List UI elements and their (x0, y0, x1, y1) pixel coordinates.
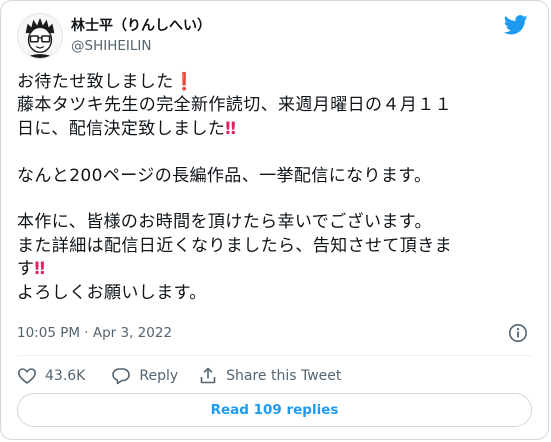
reply-label: Reply (139, 368, 179, 384)
tweet-line: お待たせ致しました❗ (17, 72, 196, 92)
author-block[interactable]: 林士平（りんしへい） @SHIHEILIN (71, 17, 211, 55)
red-exclamation-emoji: ❗ (173, 72, 196, 92)
speech-bubble-icon (112, 368, 131, 385)
avatar-illustration (18, 14, 62, 58)
divider (17, 355, 532, 356)
share-button[interactable]: Share this Tweet (198, 366, 341, 386)
author-display-name[interactable]: 林士平（りんしへい） (71, 17, 211, 35)
author-handle[interactable]: @SHIHEILIN (71, 37, 211, 55)
tweet-card: 林士平（りんしへい） @SHIHEILIN お待たせ致しました❗ 藤本タツキ先生… (0, 0, 549, 440)
double-exclamation-emoji: ‼ (34, 259, 46, 280)
reply-button[interactable]: Reply (111, 366, 178, 386)
tweet-actions: 43.6K Reply Share this Tweet (17, 363, 361, 389)
like-button[interactable]: 43.6K (17, 366, 85, 386)
like-count: 43.6K (45, 368, 86, 384)
tweet-timestamp[interactable]: 10:05 PM · Apr 3, 2022 (17, 323, 172, 343)
share-arrow-icon (200, 367, 216, 384)
tweet-line: 日に、配信決定致しました‼ (17, 118, 237, 139)
tweet-line: す‼ (17, 259, 46, 280)
tweet-line: 藤本タツキ先生の完全新作読切、来週月曜日の４月１１ (17, 95, 452, 116)
double-exclamation-emoji: ‼ (225, 118, 237, 139)
info-icon[interactable] (508, 323, 528, 343)
read-replies-button[interactable]: Read 109 replies (17, 393, 532, 427)
tweet-line: なんと200ページの長編作品、一挙配信になります。 (17, 165, 432, 186)
twitter-bird-icon[interactable] (504, 15, 528, 35)
tweet-body: お待たせ致しました❗ 藤本タツキ先生の完全新作読切、来週月曜日の４月１１ 日に、… (17, 71, 537, 305)
tweet-line: 本作に、皆様のお時間を頂けたら幸いでございます。 (17, 212, 432, 233)
tweet-line: よろしくお願いします。 (17, 282, 207, 303)
share-label: Share this Tweet (226, 368, 342, 384)
tweet-line: また詳細は配信日近くなりましたら、告知させて頂きま (17, 235, 452, 256)
avatar[interactable] (17, 13, 63, 59)
heart-icon (18, 368, 36, 384)
